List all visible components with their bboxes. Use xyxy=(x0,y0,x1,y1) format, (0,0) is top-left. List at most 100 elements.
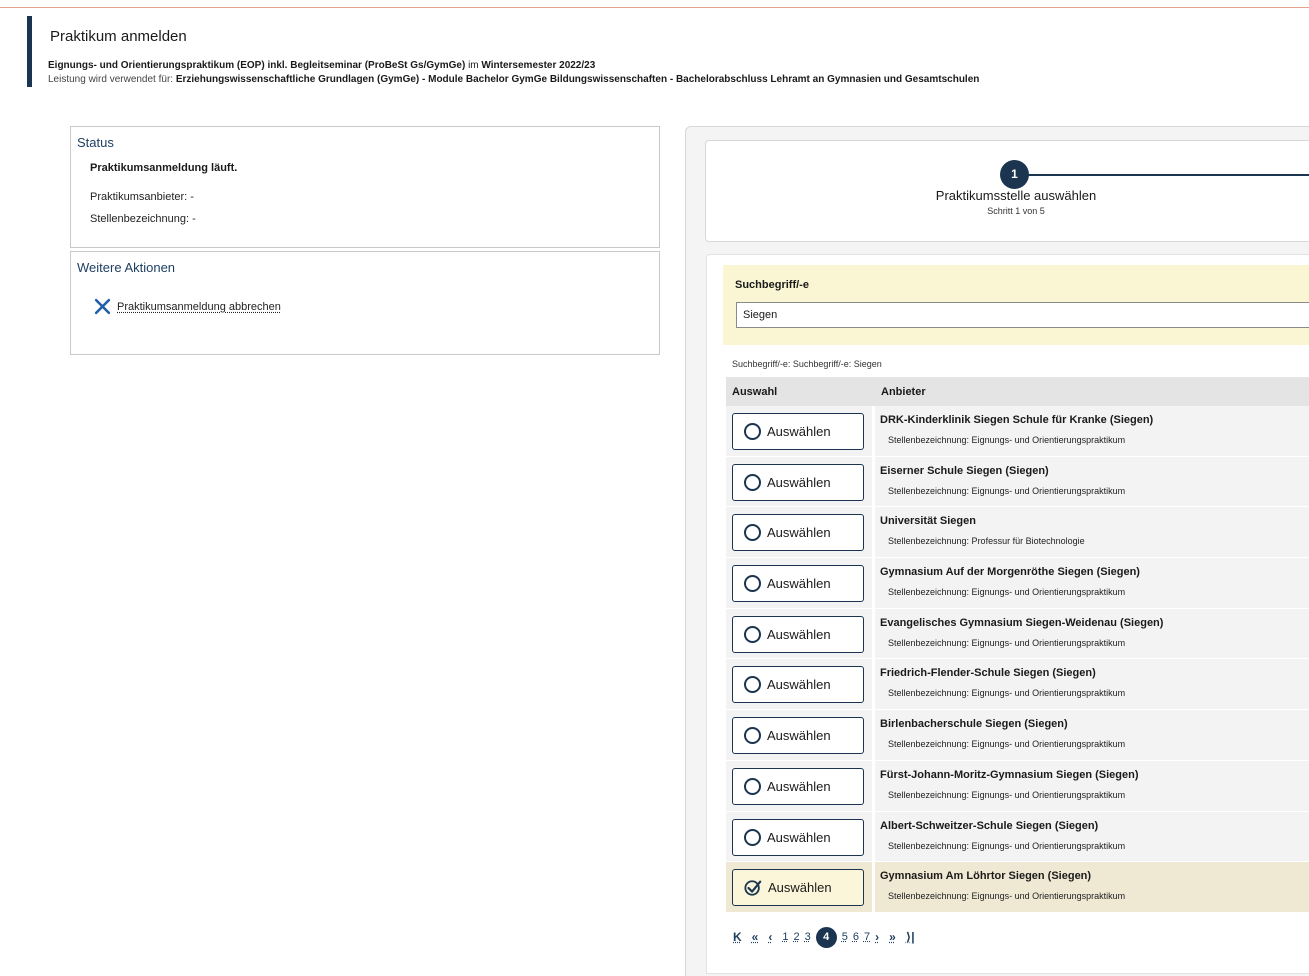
fast-back-link[interactable]: « xyxy=(752,930,759,944)
provider-position: Stellenbezeichnung: Eignungs- und Orient… xyxy=(888,587,1126,598)
wizard-header: 1 Praktikumsstelle auswählen Schritt 1 v… xyxy=(705,140,1309,242)
status-panel: Status Praktikumsanmeldung läuft. Prakti… xyxy=(70,126,660,248)
cancel-registration-link[interactable]: Praktikumsanmeldung abbrechen xyxy=(94,298,281,315)
provider-cell: DRK-Kinderklinik Siegen Schule für Krank… xyxy=(875,406,1309,456)
provider-position: Stellenbezeichnung: Professur für Biotec… xyxy=(888,536,1085,547)
radio-icon xyxy=(744,676,761,694)
select-button[interactable]: Auswählen xyxy=(732,413,864,450)
usage-modules: Erziehungswissenschaftliche Grundlagen (… xyxy=(175,74,980,85)
table-row: Auswählen Friedrich-Flender-Schule Siegen… xyxy=(726,659,1309,711)
status-stelle: Stellenbezeichnung: - xyxy=(90,213,196,225)
column-header-provider: Anbieter xyxy=(881,386,926,398)
previous-page-link[interactable]: ‹ xyxy=(768,930,772,944)
select-button-label: Auswählen xyxy=(767,626,831,642)
cancel-registration-label: Praktikumsanmeldung abbrechen xyxy=(117,300,281,313)
select-cell: Auswählen xyxy=(726,456,872,507)
column-header-select: Auswahl xyxy=(732,386,778,398)
search-filter-info: Suchbegriff/-e: Suchbegriff/-e: Siegen xyxy=(732,359,882,369)
select-button[interactable]: Auswählen xyxy=(732,818,864,856)
select-cell: Auswählen xyxy=(726,760,872,811)
provider-name: Fürst-Johann-Moritz-Gymnasium Siegen (Si… xyxy=(880,768,1139,781)
select-button-label: Auswählen xyxy=(767,525,831,541)
select-button[interactable]: Auswählen xyxy=(732,565,864,603)
course-info: Eignungs- und Orientierungspraktikum (EO… xyxy=(48,60,595,71)
select-button[interactable]: Auswählen xyxy=(732,767,864,805)
provider-cell: Gymnasium Auf der Morgenröthe Siegen (Si… xyxy=(875,558,1309,608)
pagination: K « ‹ 1234567 › » ⟩| xyxy=(733,926,925,948)
provider-name: Gymnasium Auf der Morgenröthe Siegen (Si… xyxy=(880,566,1140,579)
select-cell: Auswählen xyxy=(726,811,872,862)
select-button[interactable]: Auswählen xyxy=(732,615,864,653)
provider-table: Auswählen DRK-Kinderklinik Siegen Schule … xyxy=(726,406,1309,913)
select-button-label: Auswählen xyxy=(767,677,831,693)
select-button[interactable]: Auswählen xyxy=(732,514,864,552)
page-header: Praktikum anmelden Eignungs- und Orienti… xyxy=(27,16,1297,87)
actions-title: Weitere Aktionen xyxy=(77,260,176,275)
top-divider xyxy=(0,7,1309,8)
table-header: Auswahl Anbieter xyxy=(726,377,1309,406)
provider-cell: Albert-Schweitzer-Schule Siegen (Siegen)… xyxy=(875,811,1309,862)
radio-icon xyxy=(744,524,761,542)
usage-info: Leistung wird verwendet für: Erziehungsw… xyxy=(48,74,979,85)
search-input[interactable] xyxy=(736,302,1309,328)
page-link-5[interactable]: 5 xyxy=(842,931,848,943)
status-state: Praktikumsanmeldung läuft. xyxy=(90,162,238,174)
provider-position: Stellenbezeichnung: Eignungs- und Orient… xyxy=(888,739,1126,750)
radio-icon xyxy=(744,625,761,643)
provider-cell: Eiserner Schule Siegen (Siegen) Stellenbe… xyxy=(875,456,1309,507)
provider-position: Stellenbezeichnung: Eignungs- und Orient… xyxy=(888,840,1126,851)
status-anbieter: Praktikumsanbieter: - xyxy=(90,191,194,203)
step-title: Praktikumsstelle auswählen xyxy=(935,188,1097,203)
provider-position: Stellenbezeichnung: Eignungs- und Orient… xyxy=(888,435,1126,445)
select-button-label: Auswählen xyxy=(767,778,831,794)
page-link-6[interactable]: 6 xyxy=(853,931,859,943)
select-button[interactable]: Auswählen xyxy=(732,666,864,704)
fast-forward-link[interactable]: » xyxy=(889,930,896,944)
provider-cell: Fürst-Johann-Moritz-Gymnasium Siegen (Si… xyxy=(875,760,1309,811)
select-button[interactable]: Auswählen xyxy=(732,463,864,501)
page-link-1[interactable]: 1 xyxy=(782,931,788,943)
provider-name: Evangelisches Gymnasium Siegen-Weidenau … xyxy=(880,616,1164,629)
select-cell: Auswählen xyxy=(726,862,872,912)
select-button-label: Auswählen xyxy=(767,829,831,845)
search-label: Suchbegriff/-e xyxy=(735,279,809,291)
provider-cell: Friedrich-Flender-Schule Siegen (Siegen)… xyxy=(875,659,1309,710)
table-row: Auswählen DRK-Kinderklinik Siegen Schule … xyxy=(726,406,1309,457)
provider-name: Gymnasium Am Löhrtor Siegen (Siegen) xyxy=(880,870,1092,883)
select-cell: Auswählen xyxy=(726,406,872,456)
step-progress-line xyxy=(1028,174,1309,176)
checked-icon xyxy=(744,880,762,896)
provider-cell: Birlenbacherschule Siegen (Siegen) Stelle… xyxy=(875,710,1309,760)
next-page-link[interactable]: › xyxy=(875,930,879,944)
radio-icon xyxy=(744,473,761,491)
select-cell: Auswählen xyxy=(726,558,872,608)
course-connector: im xyxy=(465,60,482,71)
actions-panel: Weitere Aktionen Praktikumsanmeldung abb… xyxy=(70,251,660,355)
provider-cell: Evangelisches Gymnasium Siegen-Weidenau … xyxy=(875,608,1309,659)
select-cell: Auswählen xyxy=(726,659,872,710)
search-area: Suchbegriff/-e xyxy=(723,265,1309,345)
radio-icon xyxy=(744,777,761,795)
provider-position: Stellenbezeichnung: Eignungs- und Orient… xyxy=(888,688,1126,699)
semester: Wintersemester 2022/23 xyxy=(481,60,596,71)
provider-cell: Gymnasium Am Löhrtor Siegen (Siegen) Stel… xyxy=(875,862,1309,912)
page-link-2[interactable]: 2 xyxy=(793,931,799,943)
step-indicator: 1 xyxy=(1000,160,1029,189)
radio-icon xyxy=(744,727,761,745)
table-row: Auswählen Albert-Schweitzer-Schule Siegen… xyxy=(726,811,1309,863)
select-button-label: Auswählen xyxy=(768,880,832,896)
page-link-4[interactable]: 4 xyxy=(815,926,837,948)
first-page-link[interactable]: K xyxy=(733,930,742,944)
select-button[interactable]: Auswählen xyxy=(732,717,864,755)
page-link-7[interactable]: 7 xyxy=(864,931,870,943)
page-link-3[interactable]: 3 xyxy=(805,931,811,943)
select-button[interactable]: Auswählen xyxy=(732,869,864,907)
radio-icon xyxy=(744,828,761,846)
select-cell: Auswählen xyxy=(726,507,872,558)
close-icon xyxy=(94,298,111,315)
last-page-link[interactable]: ⟩| xyxy=(906,930,915,944)
radio-icon xyxy=(744,423,761,440)
provider-name: Friedrich-Flender-Schule Siegen (Siegen) xyxy=(880,667,1096,680)
course-name: Eignungs- und Orientierungspraktikum (EO… xyxy=(48,60,466,71)
provider-name: Birlenbacherschule Siegen (Siegen) xyxy=(880,718,1068,731)
